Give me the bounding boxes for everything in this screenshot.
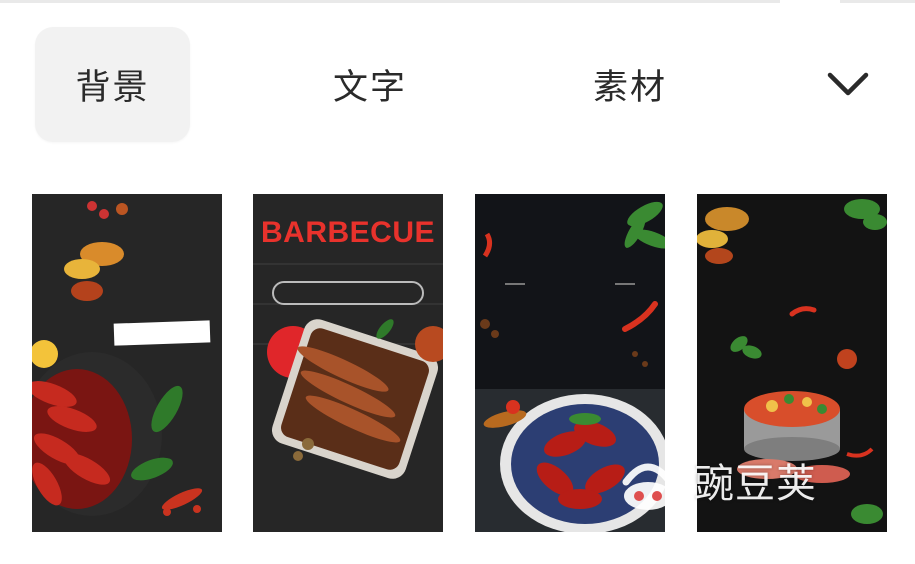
template-title: BARBECUE xyxy=(260,216,435,249)
watermark: 豌豆荚 xyxy=(612,440,892,520)
template-thumbnail-crayfish[interactable] xyxy=(32,194,222,532)
watermark-logo-icon xyxy=(622,463,674,510)
template-thumbnail-barbecue[interactable]: BARBECUE xyxy=(253,194,443,532)
watermark-text: 豌豆荚 xyxy=(694,461,817,507)
template-grid: BARBECUE 豌豆荚 xyxy=(0,0,915,564)
